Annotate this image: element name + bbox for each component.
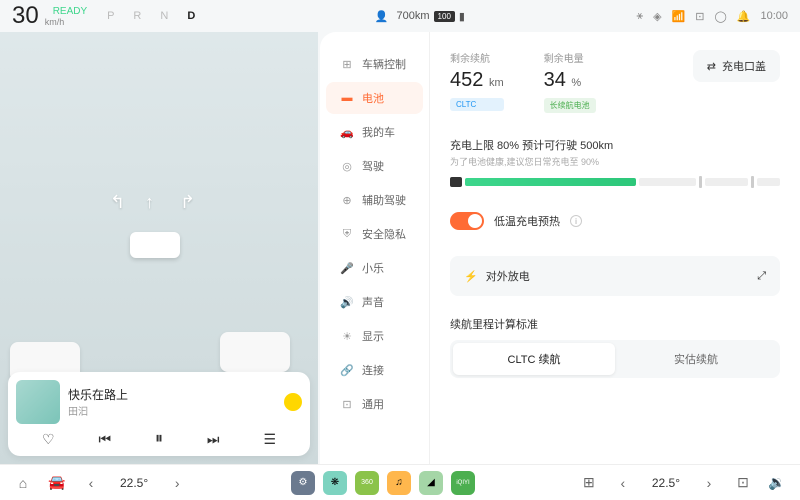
sidebar-item-assistant[interactable]: 🎤小乐 [326,252,423,284]
music-card[interactable]: 快乐在路上 田汩 ♡ ⏮ ⏸ ⏭ ☰ [8,372,310,456]
preheat-toggle[interactable] [450,212,484,230]
volume-icon[interactable]: 🔉 [766,472,788,494]
prev-button[interactable]: ⏮ [98,431,111,448]
clock: 10:00 [760,10,788,22]
plug-icon: ⚡ [464,270,478,283]
settings-sidebar: ⊞车辆控制 ▬电池 🚗我的车 ◎驾驶 ⊕辅助驾驶 ⛨安全隐私 🎤小乐 🔊声音 ☀… [320,32,430,464]
sidebar-item-my-car[interactable]: 🚗我的车 [326,116,423,148]
app-settings-icon[interactable]: ⚙ [291,471,315,495]
temp-right[interactable]: 22.5° [646,476,686,490]
range-std-label: 续航里程计算标准 [450,316,780,332]
apps-icon[interactable]: ⊞ [578,472,600,494]
sidebar-item-driving[interactable]: ◎驾驶 [326,150,423,182]
album-art [16,380,60,424]
music-title: 快乐在路上 [68,386,276,403]
range-std-segment[interactable]: CLTC 续航 实估续航 [450,340,780,378]
music-artist: 田汩 [68,403,276,418]
temp-down-icon[interactable]: ‹ [80,472,102,494]
other-vehicle [220,332,290,372]
signal-icon[interactable]: 📶 [672,10,686,23]
bell-icon[interactable]: 🔔 [737,10,751,23]
cltc-badge: CLTC [450,98,504,111]
range-label: 剩余续航 [450,50,504,65]
expand-icon: ⤢ [757,270,766,283]
speed-value: 30 [12,2,39,30]
shield-icon[interactable]: ◯ [714,10,726,23]
dashcam-icon[interactable]: ⊡ [695,10,704,23]
app-music-icon[interactable]: ♫ [387,471,411,495]
like-button[interactable]: ♡ [42,431,55,448]
app-iqiyi-icon[interactable]: iQIYI [451,471,475,495]
temp-down-r-icon[interactable]: ‹ [612,472,634,494]
range-value: 452 km [450,69,504,92]
seg-cltc[interactable]: CLTC 续航 [453,343,615,375]
sidebar-item-adas[interactable]: ⊕辅助驾驶 [326,184,423,216]
temp-up-r-icon[interactable]: › [698,472,720,494]
speed-unit: km/h [45,17,97,27]
app-360-icon[interactable]: 360 [355,471,379,495]
car-icon[interactable]: 🚘 [46,472,68,494]
sidebar-item-battery[interactable]: ▬电池 [326,82,423,114]
sidebar-item-sound[interactable]: 🔊声音 [326,286,423,318]
wifi-icon[interactable]: ◈ [653,10,661,23]
preheat-label: 低温充电预热 [494,213,560,229]
profile-icon[interactable]: 👤 [375,10,389,23]
driving-view: ↰ ↑ ↱ 快乐在路上 田汩 ♡ ⏮ ⏸ ⏭ ☰ [0,32,318,464]
info-icon[interactable]: i [570,215,582,227]
next-button[interactable]: ⏭ [207,431,220,448]
bluetooth-icon[interactable]: ⚹ [636,10,643,23]
soc-value: 34 % [544,69,596,92]
temp-up-icon[interactable]: › [166,472,188,494]
gear-indicator: P R N D [107,10,203,22]
defrost-icon[interactable]: ⊡ [732,472,754,494]
sidebar-item-general[interactable]: ⊡通用 [326,388,423,420]
range-indicator: 700km 100 ▮ [397,10,465,23]
swap-icon: ⇄ [707,60,716,73]
seg-actual[interactable]: 实估续航 [615,343,777,375]
charge-port-button[interactable]: ⇄ 充电口盖 [693,50,780,82]
soc-label: 剩余电量 [544,50,596,65]
sidebar-item-vehicle-control[interactable]: ⊞车辆控制 [326,48,423,80]
charge-limit-title: 充电上限 80% 预计可行驶 500km [450,137,780,153]
temp-left[interactable]: 22.5° [114,476,154,490]
home-icon[interactable]: ⌂ [12,472,34,494]
app-nav-icon[interactable]: ◢ [419,471,443,495]
ready-status: READY [53,6,87,17]
pause-button[interactable]: ⏸ [155,430,163,448]
sidebar-item-connect[interactable]: 🔗连接 [326,354,423,386]
playlist-button[interactable]: ☰ [263,431,276,448]
charge-limit-sub: 为了电池健康,建议您日常充电至 90% [450,155,780,168]
app-climate-icon[interactable]: ❋ [323,471,347,495]
settings-content: 剩余续航 452 km CLTC 剩余电量 34 % 长续航电池 ⇄ 充电口盖 … [430,32,800,464]
sidebar-item-display[interactable]: ☀显示 [326,320,423,352]
music-source-icon[interactable] [284,393,302,411]
battery-type-badge: 长续航电池 [544,98,596,113]
bottom-bar: ⌂ 🚘 ‹ 22.5° › ⚙ ❋ 360 ♫ ◢ iQIYI ⊞ ‹ 22.5… [0,464,800,500]
ego-vehicle [130,232,180,258]
charge-limit-slider[interactable] [450,178,780,186]
discharge-button[interactable]: ⚡对外放电 ⤢ [450,256,780,296]
sidebar-item-security[interactable]: ⛨安全隐私 [326,218,423,250]
